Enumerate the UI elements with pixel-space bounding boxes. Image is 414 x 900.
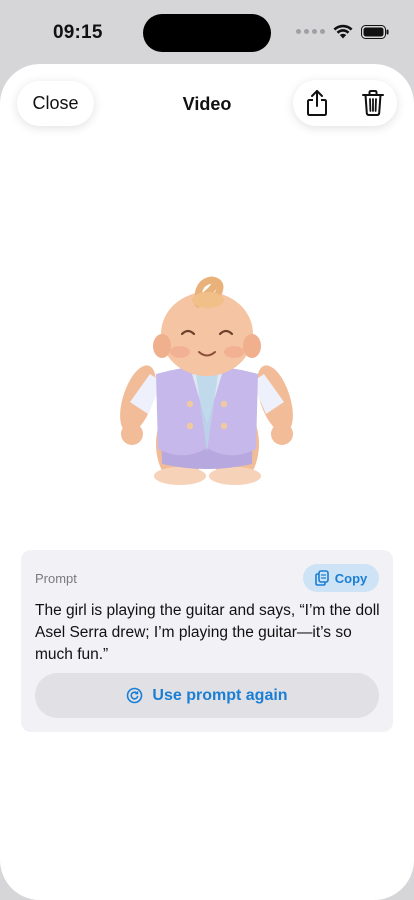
- copy-label: Copy: [334, 570, 368, 586]
- cellular-signal-icon: [296, 29, 325, 34]
- video-detail-sheet: Close Video Prompt Copy The girl is play…: [0, 64, 414, 900]
- reuse-icon: [127, 687, 143, 704]
- dynamic-island: [143, 14, 271, 52]
- baby-doll-image: [120, 276, 293, 485]
- action-group: [293, 80, 397, 126]
- share-icon: [307, 90, 327, 116]
- video-thumbnail[interactable]: [100, 204, 314, 494]
- prompt-text: The girl is playing the guitar and says,…: [35, 602, 380, 663]
- share-button[interactable]: [303, 89, 331, 117]
- status-time: 09:15: [53, 22, 103, 43]
- use-prompt-again-button[interactable]: Use prompt again: [35, 673, 379, 718]
- delete-button[interactable]: [359, 89, 387, 117]
- battery-icon: [361, 24, 389, 39]
- copy-button[interactable]: Copy: [303, 564, 379, 592]
- prompt-card: Prompt Copy The girl is playing the guit…: [21, 550, 393, 732]
- use-prompt-again-label: Use prompt again: [152, 686, 288, 704]
- copy-icon: [314, 570, 329, 586]
- wifi-icon: [333, 24, 353, 39]
- trash-icon: [362, 90, 384, 116]
- status-icons: [296, 24, 389, 39]
- prompt-label: Prompt: [35, 571, 77, 586]
- status-bar: 09:15: [0, 0, 414, 62]
